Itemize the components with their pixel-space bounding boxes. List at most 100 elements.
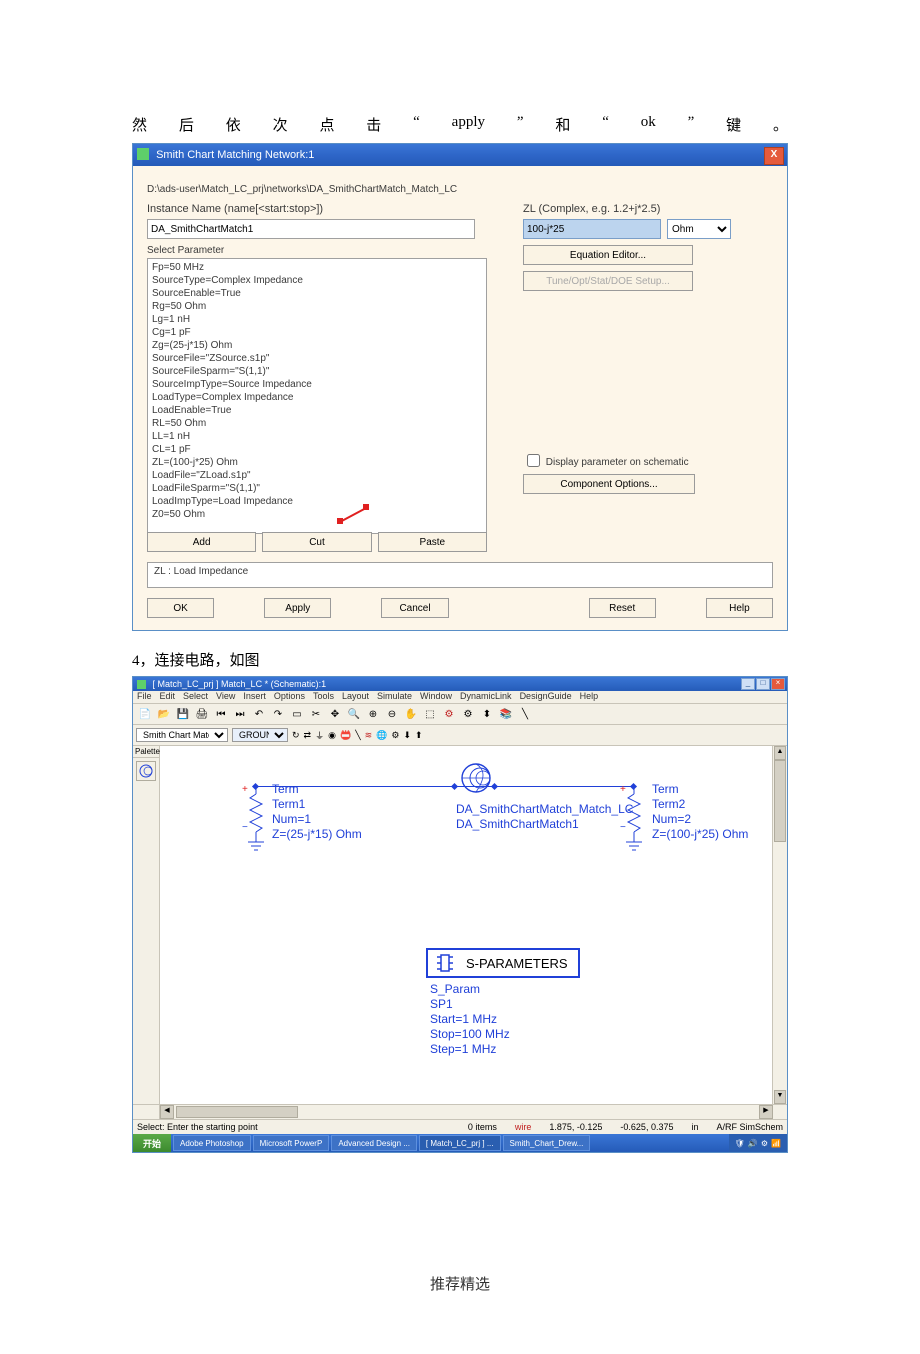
undo-icon[interactable]: ↶ bbox=[250, 705, 268, 723]
start-button[interactable]: 开始 bbox=[133, 1134, 171, 1152]
move-icon[interactable]: ✥ bbox=[326, 705, 344, 723]
select-param-label: Select Parameter bbox=[147, 245, 487, 256]
help-button[interactable]: Help bbox=[706, 598, 773, 618]
zoom-icon[interactable]: 🔍 bbox=[345, 705, 363, 723]
name-icon[interactable]: 📛 bbox=[340, 730, 351, 741]
taskbar: 开始 Adobe Photoshop Microsoft PowerP Adva… bbox=[133, 1134, 787, 1152]
toolbar-main: 📄 📂 💾 🖨 ⏮ ⏭ ↶ ↷ ▭ ✂ ✥ 🔍 ⊕ ⊖ ✋ ⬚ ⚙ ⚙ ⬍ 📚 … bbox=[133, 704, 787, 725]
globe-icon[interactable]: 🌐 bbox=[376, 730, 387, 741]
scroll-thumb-h[interactable] bbox=[176, 1106, 298, 1118]
close-icon[interactable]: X bbox=[764, 147, 784, 165]
end2-icon[interactable]: ⏭ bbox=[231, 705, 249, 723]
component-combo[interactable]: GROUND bbox=[232, 728, 288, 742]
wire-icon[interactable]: ╲ bbox=[516, 705, 534, 723]
rect-icon[interactable]: ▭ bbox=[288, 705, 306, 723]
var-icon[interactable]: ≋ bbox=[365, 730, 373, 741]
port-icon[interactable]: ◉ bbox=[328, 730, 336, 741]
menu-simulate[interactable]: Simulate bbox=[377, 691, 412, 703]
scroll-right-icon[interactable]: ▶ bbox=[759, 1105, 773, 1119]
vertical-scrollbar[interactable]: ▲ ▼ bbox=[772, 746, 787, 1104]
tray-icon[interactable]: 📶 bbox=[771, 1139, 781, 1148]
task-item[interactable]: Advanced Design ... bbox=[331, 1135, 417, 1151]
instance-name-input[interactable] bbox=[147, 219, 475, 239]
equation-editor-button[interactable]: Equation Editor... bbox=[523, 245, 693, 265]
zl-label: ZL (Complex, e.g. 1.2+j*2.5) bbox=[523, 203, 773, 215]
schematic-titlebar[interactable]: [ Match_LC_prj ] Match_LC * (Schematic):… bbox=[133, 677, 787, 691]
smith-palette-icon[interactable] bbox=[136, 761, 156, 781]
end-icon[interactable]: ⏮ bbox=[212, 705, 230, 723]
menu-view[interactable]: View bbox=[216, 691, 235, 703]
menu-window[interactable]: Window bbox=[420, 691, 452, 703]
display-param-checkbox[interactable] bbox=[527, 454, 540, 467]
menu-layout[interactable]: Layout bbox=[342, 691, 369, 703]
cut-icon[interactable]: ✂ bbox=[307, 705, 325, 723]
tune-icon[interactable]: ⬍ bbox=[478, 705, 496, 723]
cut-button[interactable]: Cut bbox=[262, 532, 371, 552]
menu-insert[interactable]: Insert bbox=[243, 691, 266, 703]
task-item[interactable]: Smith_Chart_Drew... bbox=[503, 1135, 591, 1151]
gear2-icon[interactable]: ⚙ bbox=[391, 730, 399, 741]
status-wire: wire bbox=[515, 1122, 532, 1132]
scroll-up-icon[interactable]: ▲ bbox=[774, 746, 786, 760]
zl-value-input[interactable] bbox=[523, 219, 661, 239]
push-icon[interactable]: ⬇ bbox=[403, 730, 411, 741]
tray-icon[interactable]: 🔊 bbox=[748, 1139, 758, 1148]
new-icon[interactable]: 📄 bbox=[136, 705, 154, 723]
ok-button[interactable]: OK bbox=[147, 598, 214, 618]
add-button[interactable]: Add bbox=[147, 532, 256, 552]
fit-icon[interactable]: ⬚ bbox=[421, 705, 439, 723]
tray-icon[interactable]: ⚙ bbox=[761, 1139, 768, 1148]
menu-dynamiclink[interactable]: DynamicLink bbox=[460, 691, 512, 703]
horizontal-scrollbar[interactable]: ◀ ▶ bbox=[133, 1104, 787, 1119]
status-coord1: 1.875, -0.125 bbox=[549, 1122, 602, 1132]
mirror-icon[interactable]: ⇄ bbox=[304, 730, 312, 741]
redo-icon[interactable]: ↷ bbox=[269, 705, 287, 723]
wire2-icon[interactable]: ╲ bbox=[355, 730, 360, 741]
svg-text:+: + bbox=[242, 784, 248, 795]
ground-icon[interactable]: ⏚ bbox=[315, 729, 324, 742]
term2-text: Term Term2 Num=2 Z=(100-j*25) Ohm bbox=[652, 782, 748, 842]
zl-unit-select[interactable]: Ohm bbox=[667, 219, 731, 239]
rotate-icon[interactable]: ↻ bbox=[292, 730, 300, 741]
maximize-icon[interactable]: □ bbox=[756, 678, 770, 690]
tray-icon[interactable]: 🛡 bbox=[735, 1139, 745, 1148]
lib-icon[interactable]: 📚 bbox=[497, 705, 515, 723]
dialog-titlebar[interactable]: Smith Chart Matching Network:1 X bbox=[133, 144, 787, 166]
scroll-thumb-v[interactable] bbox=[774, 760, 786, 842]
menu-designguide[interactable]: DesignGuide bbox=[520, 691, 572, 703]
zoomout-icon[interactable]: ⊖ bbox=[383, 705, 401, 723]
menu-tools[interactable]: Tools bbox=[313, 691, 334, 703]
term2-symbol: + − bbox=[620, 784, 650, 864]
smith-chart-dialog: Smith Chart Matching Network:1 X D:\ads-… bbox=[132, 143, 788, 631]
save-icon[interactable]: 💾 bbox=[174, 705, 192, 723]
reset-button[interactable]: Reset bbox=[589, 598, 656, 618]
palette-combo[interactable]: Smith Chart Matching bbox=[136, 728, 228, 742]
task-item[interactable]: Adobe Photoshop bbox=[173, 1135, 251, 1151]
pan-icon[interactable]: ✋ bbox=[402, 705, 420, 723]
cancel-button[interactable]: Cancel bbox=[381, 598, 448, 618]
scroll-left-icon[interactable]: ◀ bbox=[160, 1105, 174, 1119]
scroll-down-icon[interactable]: ▼ bbox=[774, 1090, 786, 1104]
minimize-icon[interactable]: _ bbox=[741, 678, 755, 690]
print-icon[interactable]: 🖨 bbox=[193, 705, 211, 723]
system-tray[interactable]: 🛡 🔊 ⚙ 📶 bbox=[729, 1134, 787, 1152]
zoomin-icon[interactable]: ⊕ bbox=[364, 705, 382, 723]
parameter-listbox[interactable]: Fp=50 MHz SourceType=Complex Impedance S… bbox=[147, 258, 487, 534]
menu-select[interactable]: Select bbox=[183, 691, 208, 703]
task-item-active[interactable]: [ Match_LC_prj ] ... bbox=[419, 1135, 501, 1151]
sim-icon[interactable]: ⚙ bbox=[440, 705, 458, 723]
open-icon[interactable]: 📂 bbox=[155, 705, 173, 723]
menu-edit[interactable]: Edit bbox=[160, 691, 176, 703]
display-param-label: Display parameter on schematic bbox=[546, 457, 689, 468]
close-icon[interactable]: × bbox=[771, 678, 785, 690]
gear-icon[interactable]: ⚙ bbox=[459, 705, 477, 723]
schematic-canvas[interactable]: + − Term Term1 Num=1 Z=(25-j*15) Ohm bbox=[160, 746, 772, 1104]
paste-button[interactable]: Paste bbox=[378, 532, 487, 552]
component-options-button[interactable]: Component Options... bbox=[523, 474, 695, 494]
menu-file[interactable]: File bbox=[137, 691, 152, 703]
task-item[interactable]: Microsoft PowerP bbox=[253, 1135, 330, 1151]
apply-button[interactable]: Apply bbox=[264, 598, 331, 618]
menu-options[interactable]: Options bbox=[274, 691, 305, 703]
menu-help[interactable]: Help bbox=[580, 691, 599, 703]
pop-icon[interactable]: ⬆ bbox=[415, 730, 423, 741]
